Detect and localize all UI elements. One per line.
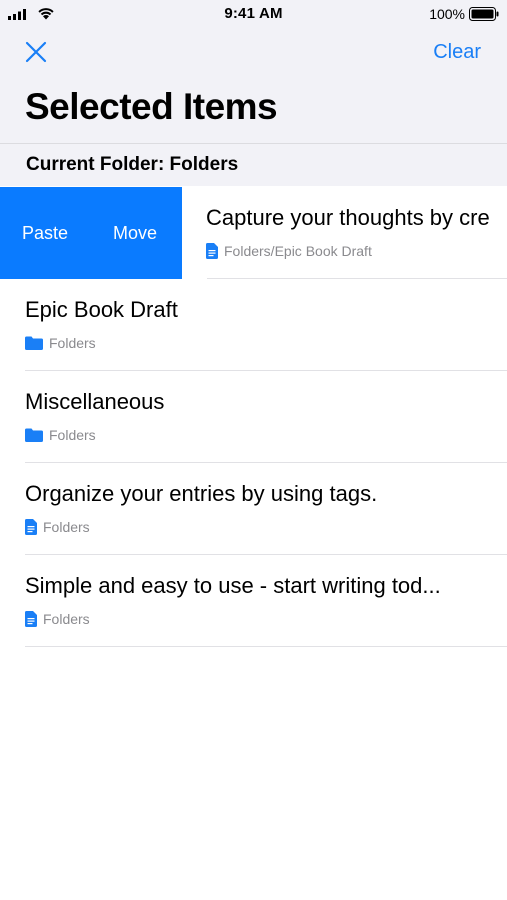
list-item[interactable]: Organize your entries by using tags. Fol…: [0, 463, 507, 555]
list-item-meta: Folders: [25, 427, 96, 443]
list-item-path: Folders/Epic Book Draft: [224, 243, 372, 259]
list-item-meta: Folders/Epic Book Draft: [206, 243, 372, 259]
row-separator: [25, 646, 507, 647]
move-button[interactable]: Move: [113, 223, 157, 244]
document-icon: [25, 519, 37, 535]
current-folder-header: Current Folder: Folders: [0, 143, 507, 186]
list-item-title: Miscellaneous: [25, 389, 165, 414]
list-item[interactable]: Simple and easy to use - start writing t…: [0, 555, 507, 647]
status-bar: 9:41 AM 100%: [0, 0, 507, 28]
list-item-meta: Folders: [25, 335, 96, 351]
list-item[interactable]: Epic Book Draft Folders: [0, 279, 507, 371]
folder-icon: [25, 428, 43, 442]
list-item-title: Epic Book Draft: [25, 297, 178, 322]
swiped-row-content[interactable]: Capture your thoughts by cre Folders/Epi…: [182, 187, 507, 279]
current-folder-label: Current Folder: Folders: [26, 154, 239, 175]
list-item-title: Simple and easy to use - start writing t…: [25, 573, 441, 598]
battery-icon: [469, 7, 499, 21]
document-icon: [25, 611, 37, 627]
navigation-bar: Clear Selected Items: [0, 28, 507, 143]
close-icon[interactable]: [24, 40, 48, 64]
list-item-title: Organize your entries by using tags.: [25, 481, 378, 506]
list-item[interactable]: Miscellaneous Folders: [0, 371, 507, 463]
list-item-title: Capture your thoughts by cre: [206, 205, 490, 230]
list-item-meta: Folders: [25, 611, 90, 627]
folder-icon: [25, 336, 43, 350]
page-title: Selected Items: [25, 86, 278, 127]
paste-button[interactable]: Paste: [22, 223, 68, 244]
list-item-meta: Folders: [25, 519, 90, 535]
document-icon: [206, 243, 218, 259]
battery-percent: 100%: [429, 6, 465, 22]
clear-button[interactable]: Clear: [433, 41, 481, 64]
list-item-path: Folders: [43, 519, 90, 535]
list-item-swiped[interactable]: Paste Move Capture your thoughts by cre …: [0, 187, 507, 279]
list-item-path: Folders: [49, 335, 96, 351]
list-item-path: Folders: [43, 611, 90, 627]
list-item-path: Folders: [49, 427, 96, 443]
swipe-actions: Paste Move: [0, 187, 182, 279]
